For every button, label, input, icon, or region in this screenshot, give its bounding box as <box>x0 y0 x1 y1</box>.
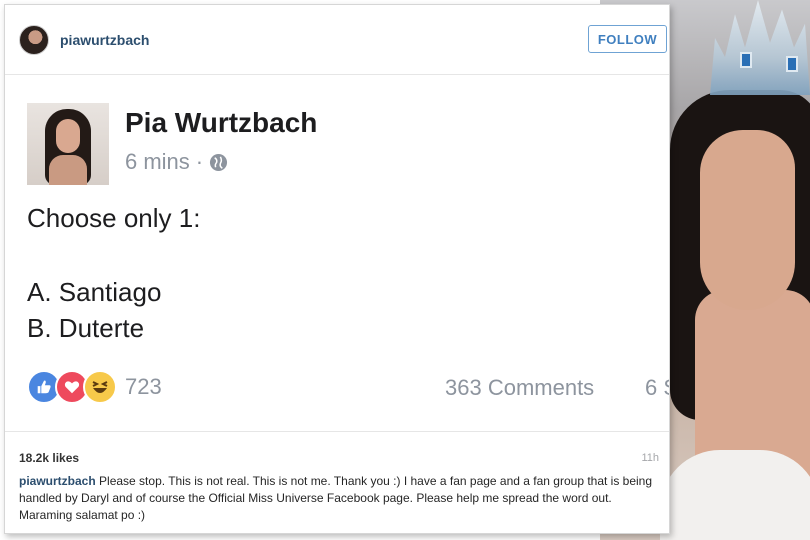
facebook-profile-photo <box>27 103 109 185</box>
comments-count[interactable]: 363 Comments <box>445 375 594 401</box>
meta-separator: · <box>195 149 204 174</box>
post-timestamp: 11h <box>641 452 659 464</box>
post-option-a: A. Santiago <box>27 277 162 307</box>
caption-username[interactable]: piawurtzbach <box>19 474 96 488</box>
follow-button[interactable]: FOLLOW <box>588 25 667 53</box>
haha-icon <box>83 370 117 404</box>
crown-gem <box>786 56 798 72</box>
shares-count[interactable]: 6 S <box>645 375 669 401</box>
facebook-author-name: Pia Wurtzbach <box>125 107 318 138</box>
globe-icon <box>210 153 228 171</box>
photo-face <box>700 130 795 310</box>
caption-text: Please stop. This is not real. This is n… <box>19 474 653 522</box>
instagram-post-card: piawurtzbach FOLLOW Pia Wurtzbach 6 mins… <box>4 4 670 534</box>
facebook-post-meta: 6 mins · <box>125 149 228 175</box>
crown-graphic <box>710 0 810 95</box>
post-header: piawurtzbach FOLLOW <box>5 5 669 75</box>
photo-dress <box>660 450 810 540</box>
avatar[interactable] <box>19 25 49 55</box>
reaction-count: 723 <box>125 374 162 399</box>
likes-count[interactable]: 18.2k likes <box>19 451 79 465</box>
facebook-post-time: 6 mins <box>125 149 190 174</box>
post-text-line: Choose only 1: <box>27 203 201 233</box>
username-link[interactable]: piawurtzbach <box>60 32 149 48</box>
embedded-facebook-post: Pia Wurtzbach 6 mins · Choose only 1: A.… <box>5 77 669 432</box>
post-caption: piawurtzbach Please stop. This is not re… <box>19 473 663 524</box>
post-option-b: B. Duterte <box>27 313 145 343</box>
crown-gem <box>740 52 752 68</box>
reactions-bar[interactable]: 723 <box>27 370 162 404</box>
